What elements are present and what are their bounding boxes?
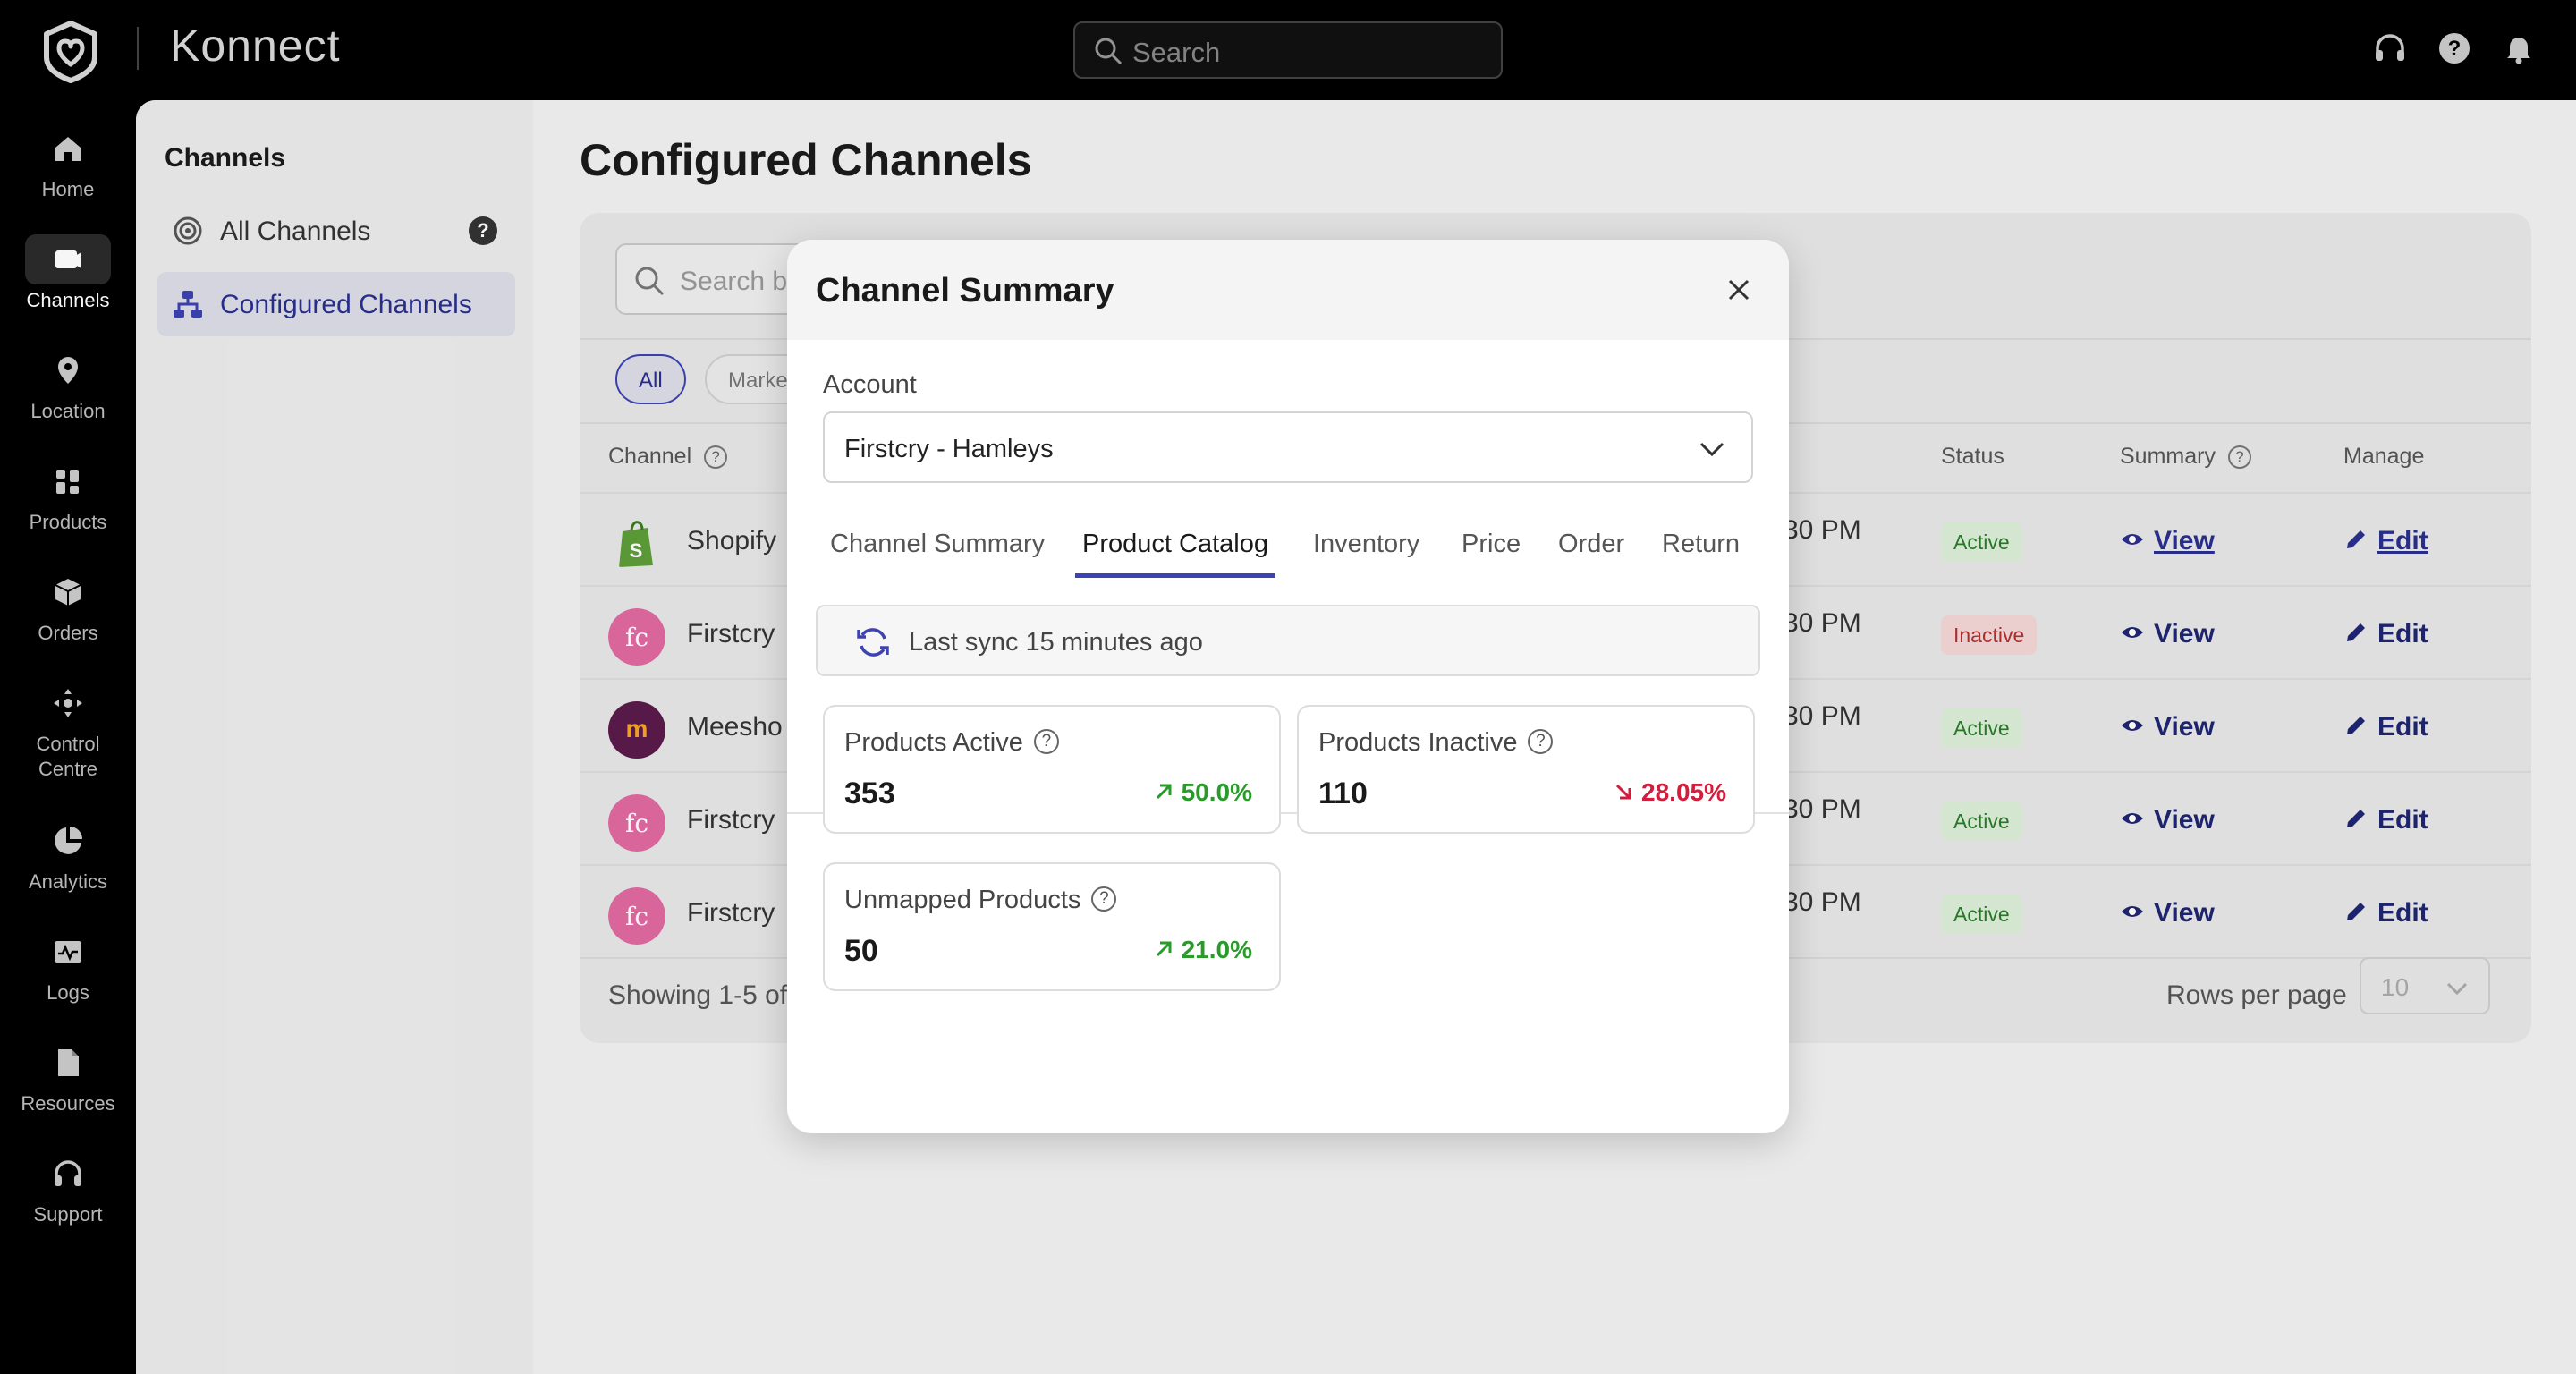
- stat-card-products-active: Products Active? 353 50.0%: [823, 705, 1281, 834]
- tab-inventory[interactable]: Inventory: [1313, 524, 1419, 578]
- account-selected-value: Firstcry - Hamleys: [844, 435, 1054, 463]
- arrow-up-right-icon: [1156, 784, 1172, 800]
- modal-header: Channel Summary: [787, 240, 1789, 340]
- help-icon[interactable]: ?: [1091, 886, 1117, 912]
- close-icon[interactable]: [1724, 276, 1753, 304]
- account-label: Account: [823, 370, 917, 399]
- stat-label: Unmapped Products: [844, 886, 1081, 914]
- stat-card-unmapped-products: Unmapped Products? 50 21.0%: [823, 862, 1281, 991]
- help-icon[interactable]: ?: [1528, 729, 1554, 755]
- tab-price[interactable]: Price: [1462, 524, 1521, 578]
- chevron-down-icon: [1699, 442, 1724, 457]
- last-sync-text: Last sync 15 minutes ago: [909, 628, 1203, 657]
- account-select[interactable]: Firstcry - Hamleys: [823, 411, 1753, 483]
- stat-change: 21.0%: [1153, 936, 1252, 964]
- help-icon[interactable]: ?: [1033, 729, 1059, 755]
- channel-summary-modal: Channel Summary Account Firstcry - Hamle…: [787, 240, 1789, 1133]
- tab-return[interactable]: Return: [1662, 524, 1740, 578]
- tab-product-catalog[interactable]: Product Catalog: [1075, 524, 1275, 578]
- sync-status-bar: Last sync 15 minutes ago: [816, 605, 1760, 676]
- stat-change: 50.0%: [1153, 778, 1252, 807]
- arrow-down-right-icon: [1615, 785, 1631, 800]
- stat-label: Products Active: [844, 728, 1023, 757]
- tab-order[interactable]: Order: [1558, 524, 1624, 578]
- arrow-up-right-icon: [1156, 941, 1172, 957]
- tab-channel-summary[interactable]: Channel Summary: [830, 524, 1045, 578]
- stat-change: 28.05%: [1613, 778, 1726, 807]
- stat-value: 50: [844, 934, 878, 968]
- stat-value: 353: [844, 776, 895, 810]
- stat-value: 110: [1318, 776, 1368, 810]
- stat-card-products-inactive: Products Inactive? 110 28.05%: [1297, 705, 1755, 834]
- refresh-icon[interactable]: [855, 624, 891, 660]
- stat-label: Products Inactive: [1318, 728, 1518, 757]
- modal-title: Channel Summary: [816, 272, 1114, 310]
